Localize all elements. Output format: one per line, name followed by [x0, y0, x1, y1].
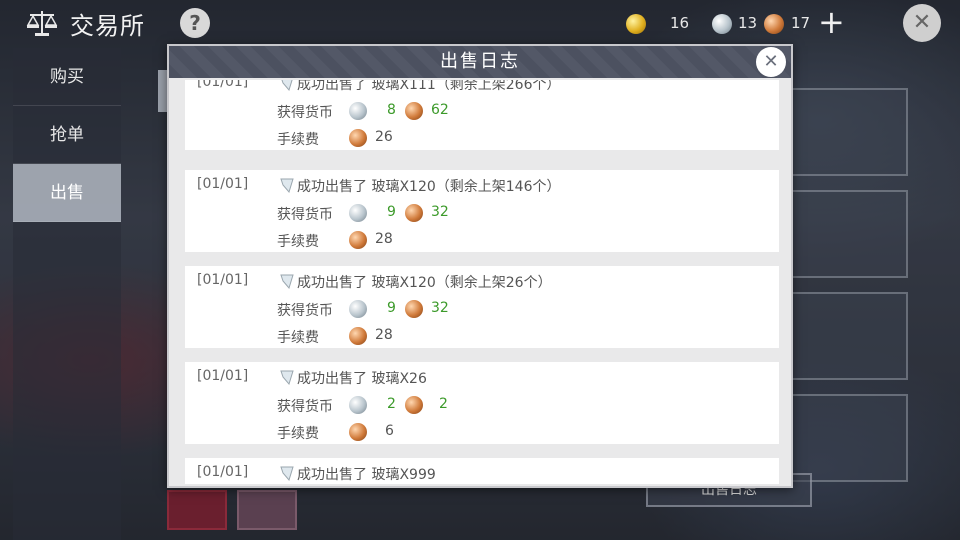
earn-label: 获得货币	[277, 207, 333, 223]
sidebar-item-buy[interactable]: 购买	[13, 48, 121, 106]
earn-silver: 9	[387, 300, 396, 316]
scale-icon	[26, 11, 58, 36]
fee-value: 6	[385, 423, 394, 439]
bronze-coin-icon	[349, 327, 367, 345]
entry-date: [01/01]	[197, 176, 249, 192]
bronze-coin-icon	[405, 102, 423, 120]
list-item: [01/01] 成功出售了 玻璃X120（剩余上架146个） 获得货币 9 32…	[185, 170, 779, 252]
top-bar: 交易所 ? 16 13 17 + ✕	[0, 0, 960, 48]
earn-silver: 2	[387, 396, 396, 412]
silver-coin-icon	[349, 396, 367, 414]
earn-silver: 8	[387, 102, 396, 118]
silver-coin-icon	[349, 102, 367, 120]
bronze-coin-icon	[349, 231, 367, 249]
fee-value: 28	[375, 231, 393, 247]
earn-label: 获得货币	[277, 105, 333, 121]
page-title: 交易所	[70, 12, 145, 40]
silver-coin-icon	[349, 204, 367, 222]
inventory-item[interactable]	[167, 490, 227, 530]
list-item: [01/01] 成功出售了 玻璃X26 获得货币 2 2 手续费 6	[185, 362, 779, 444]
entry-date: [01/01]	[197, 80, 249, 90]
fee-label: 手续费	[277, 426, 319, 442]
fee-label: 手续费	[277, 234, 319, 250]
inventory-item[interactable]	[237, 490, 297, 530]
silver-coin-icon	[712, 14, 732, 34]
glass-item-icon	[280, 466, 294, 481]
plus-icon[interactable]: +	[818, 6, 845, 38]
log-list[interactable]: [01/01] 成功出售了 玻璃X111（剩余上架266个） 获得货币 8 62…	[185, 80, 779, 484]
sell-slot[interactable]	[790, 292, 908, 380]
glass-item-icon	[281, 80, 293, 91]
sidebar-item-sell[interactable]: 出售	[13, 164, 121, 222]
fee-label: 手续费	[277, 132, 319, 148]
list-item: [01/01] 成功出售了 玻璃X111（剩余上架266个） 获得货币 8 62…	[185, 80, 779, 150]
help-icon[interactable]: ?	[180, 8, 210, 38]
dialog-title: 出售日志	[440, 51, 520, 72]
glass-item-icon	[280, 370, 294, 385]
gold-count: 16	[670, 14, 690, 32]
bronze-coin-icon	[349, 423, 367, 441]
sell-slot[interactable]	[790, 190, 908, 278]
entry-text: 成功出售了 玻璃X120（剩余上架146个）	[277, 176, 560, 196]
list-item: [01/01] 成功出售了 玻璃X999	[185, 458, 779, 484]
entry-date: [01/01]	[197, 368, 249, 384]
entry-text: 成功出售了 玻璃X111（剩余上架266个）	[277, 80, 560, 94]
bronze-coin-icon	[405, 300, 423, 318]
bronze-count: 17	[791, 14, 811, 32]
silver-coin-icon	[349, 300, 367, 318]
earn-bronze: 32	[431, 300, 449, 316]
entry-text: 成功出售了 玻璃X26	[277, 368, 427, 388]
sell-log-dialog: 出售日志 ✕ [01/01] 成功出售了 玻璃X111（剩余上架266个） 获得…	[167, 44, 793, 488]
entry-date: [01/01]	[197, 464, 249, 480]
close-icon[interactable]: ✕	[756, 47, 786, 77]
fee-label: 手续费	[277, 330, 319, 346]
sidebar-item-grab-order[interactable]: 抢单	[13, 106, 121, 164]
sell-slot[interactable]	[790, 394, 908, 482]
bronze-coin-icon	[764, 14, 784, 34]
earn-bronze: 2	[439, 396, 448, 412]
bronze-coin-icon	[405, 204, 423, 222]
earn-label: 获得货币	[277, 303, 333, 319]
list-item: [01/01] 成功出售了 玻璃X120（剩余上架26个） 获得货币 9 32 …	[185, 266, 779, 348]
fee-value: 26	[375, 129, 393, 145]
glass-item-icon	[280, 178, 294, 193]
silver-count: 13	[738, 14, 758, 32]
earn-bronze: 32	[431, 204, 449, 220]
gold-coin-icon	[626, 14, 646, 34]
bronze-coin-icon	[349, 129, 367, 147]
earn-bronze: 62	[431, 102, 449, 118]
sidebar: 购买 抢单 出售	[13, 48, 121, 540]
close-icon[interactable]: ✕	[903, 4, 941, 42]
entry-text: 成功出售了 玻璃X999	[277, 464, 436, 484]
fee-value: 28	[375, 327, 393, 343]
sell-slot[interactable]	[790, 88, 908, 176]
earn-silver: 9	[387, 204, 396, 220]
bronze-coin-icon	[405, 396, 423, 414]
entry-date: [01/01]	[197, 272, 249, 288]
glass-item-icon	[280, 274, 294, 289]
earn-label: 获得货币	[277, 399, 333, 415]
entry-text: 成功出售了 玻璃X120（剩余上架26个）	[277, 272, 552, 292]
